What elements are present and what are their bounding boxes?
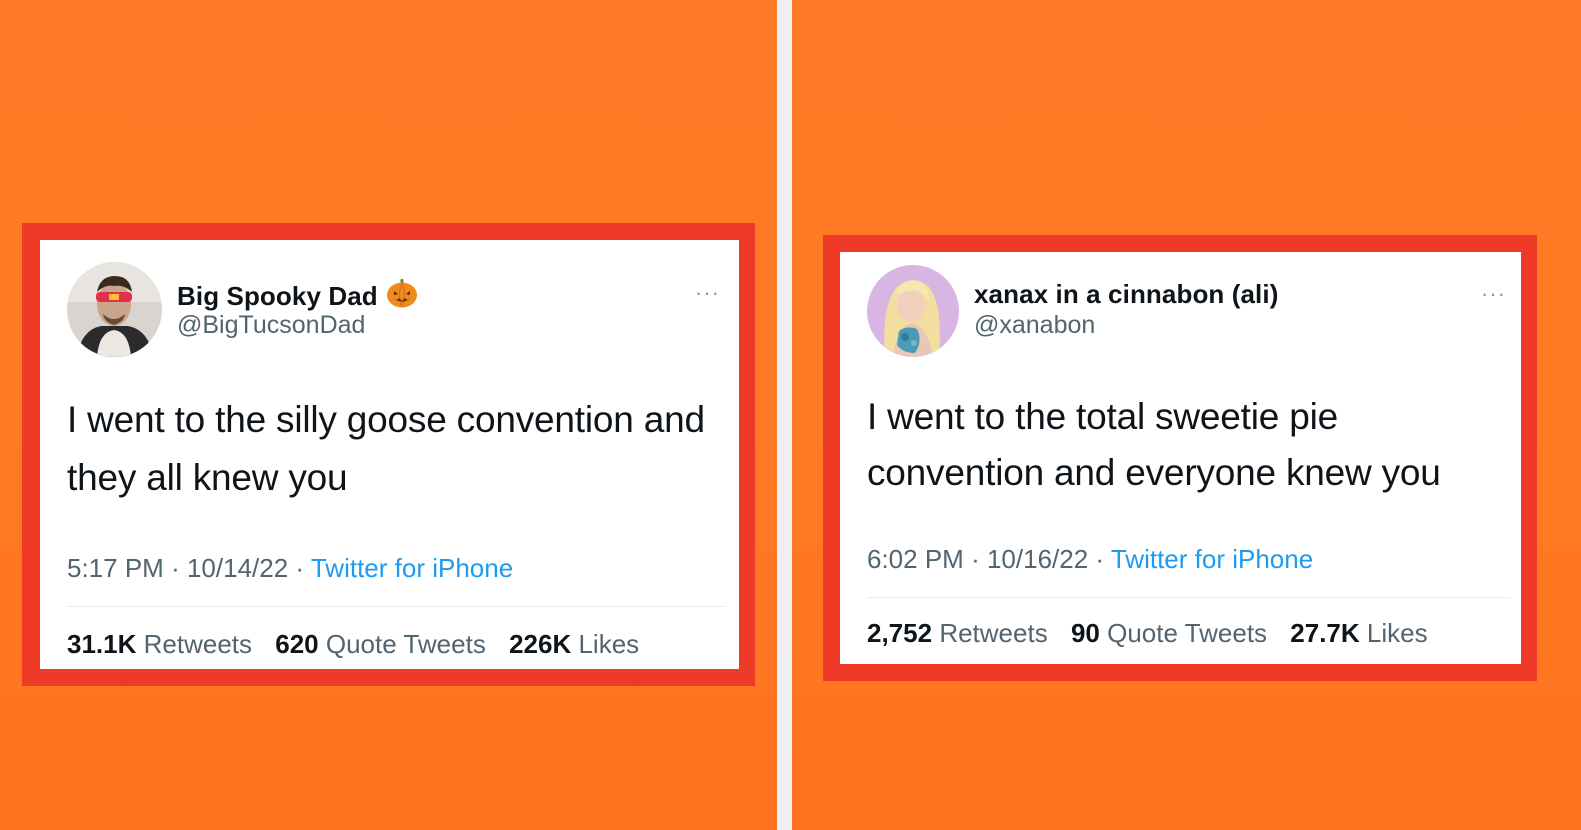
tweet-metadata: 5:17 PM · 10/14/22 · Twitter for iPhone xyxy=(67,553,513,584)
quote-tweets-stat[interactable]: 90 Quote Tweets xyxy=(1071,618,1267,648)
retweets-label: Retweets xyxy=(143,629,253,659)
quote-tweets-label: Quote Tweets xyxy=(1107,618,1268,648)
source-link[interactable]: Twitter for iPhone xyxy=(1111,544,1313,574)
separator-dot: · xyxy=(171,553,180,583)
likes-label: Likes xyxy=(1366,618,1428,648)
retweets-stat[interactable]: 2,752 Retweets xyxy=(867,618,1048,648)
display-name[interactable]: Big Spooky Dad xyxy=(177,277,418,312)
divider-line xyxy=(867,597,1510,598)
likes-stat[interactable]: 226K Likes xyxy=(509,629,639,659)
tweet-time[interactable]: 5:17 PM xyxy=(67,553,164,583)
engagement-stats: 31.1K Retweets 620 Quote Tweets 226K Lik… xyxy=(67,629,655,660)
retweets-count: 31.1K xyxy=(67,629,137,659)
separator-dot: · xyxy=(971,544,980,574)
display-name[interactable]: xanax in a cinnabon (ali) xyxy=(974,279,1278,310)
tweet-text: I went to the silly goose convention and… xyxy=(67,399,705,498)
retweets-count: 2,752 xyxy=(867,618,933,648)
engagement-stats: 2,752 Retweets 90 Quote Tweets 27.7K Lik… xyxy=(867,618,1444,649)
avatar[interactable] xyxy=(867,265,959,357)
tweet-date[interactable]: 10/14/22 xyxy=(187,553,288,583)
avatar[interactable] xyxy=(67,262,162,357)
user-handle[interactable]: @BigTucsonDad xyxy=(177,311,365,340)
divider-line xyxy=(67,606,726,607)
likes-count: 27.7K xyxy=(1290,618,1360,648)
quote-tweets-count: 620 xyxy=(275,629,319,659)
quote-tweets-label: Quote Tweets xyxy=(325,629,486,659)
retweets-label: Retweets xyxy=(939,618,1048,648)
separator-dot: · xyxy=(1095,544,1105,574)
likes-stat[interactable]: 27.7K Likes xyxy=(1290,618,1427,648)
panel-divider xyxy=(777,0,792,830)
likes-count: 226K xyxy=(509,629,572,659)
tweet-date[interactable]: 10/16/22 xyxy=(987,544,1088,574)
tweet-card: xanax in a cinnabon (ali) @xanabon ··· I… xyxy=(840,252,1521,664)
display-name-text: Big Spooky Dad xyxy=(177,281,378,311)
likes-label: Likes xyxy=(578,629,640,659)
source-link[interactable]: Twitter for iPhone xyxy=(311,553,513,583)
more-options-icon[interactable]: ··· xyxy=(1481,283,1506,305)
tweet-time[interactable]: 6:02 PM xyxy=(867,544,964,574)
quote-tweets-stat[interactable]: 620 Quote Tweets xyxy=(275,629,486,659)
tweet-card: Big Spooky Dad @BigTucsonDad ··· I went … xyxy=(40,240,739,669)
retweets-stat[interactable]: 31.1K Retweets xyxy=(67,629,252,659)
tweet-text: I went to the total sweetie pie conventi… xyxy=(867,396,1441,493)
jack-o-lantern-icon xyxy=(386,279,417,308)
tweet-metadata: 6:02 PM · 10/16/22 · Twitter for iPhone xyxy=(867,544,1313,575)
user-handle[interactable]: @xanabon xyxy=(974,311,1095,340)
separator-dot: · xyxy=(295,553,305,583)
quote-tweets-count: 90 xyxy=(1070,618,1100,648)
more-options-icon[interactable]: ··· xyxy=(695,282,720,304)
